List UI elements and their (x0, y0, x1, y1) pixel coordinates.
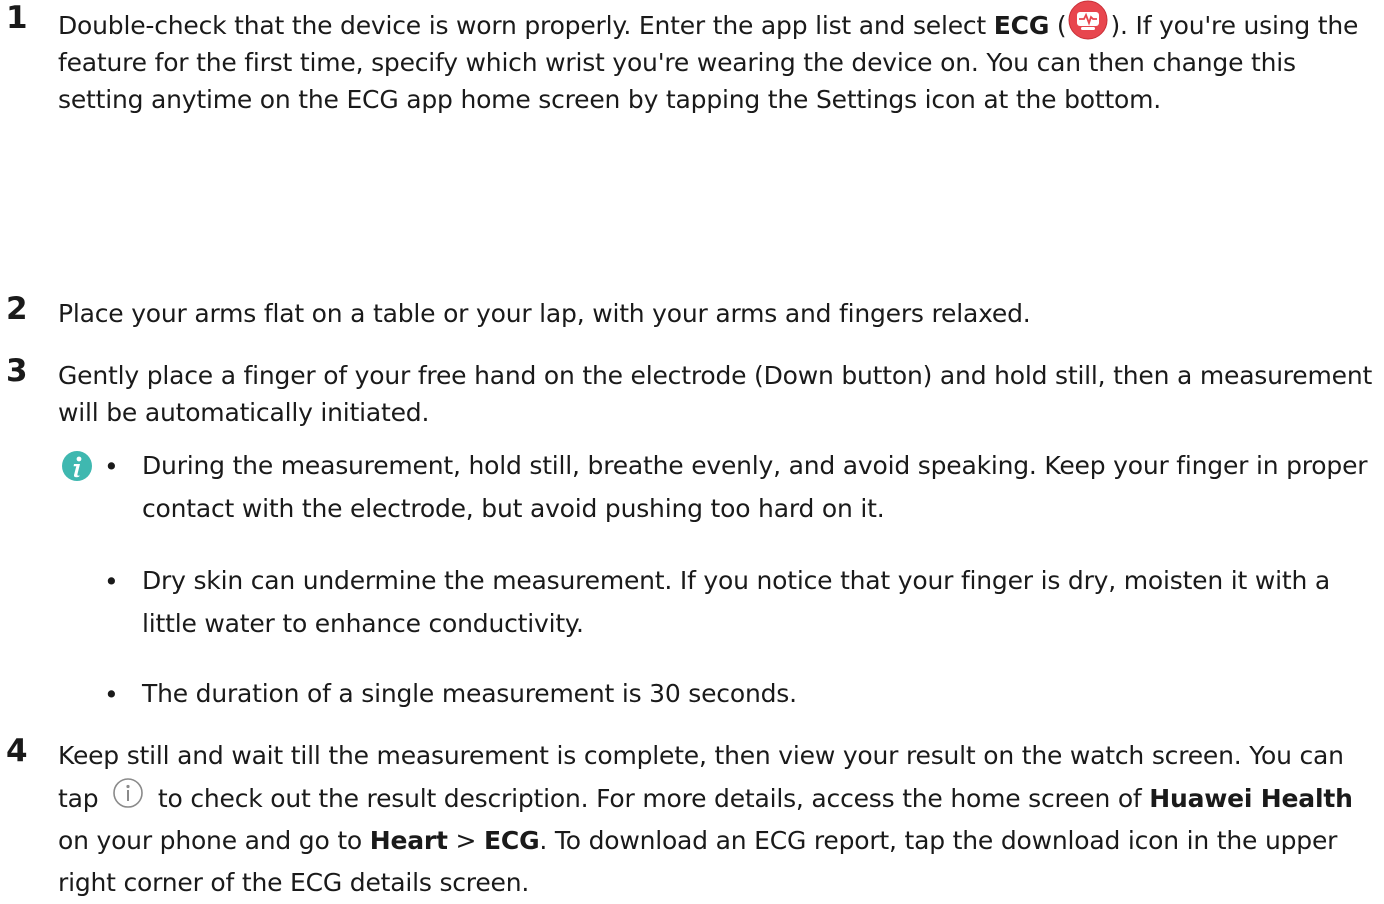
step-number: 1 (6, 0, 28, 36)
document-page: 1 Double-check that the device is worn p… (0, 0, 1384, 897)
bullet-marker: • (104, 452, 119, 481)
info-icon (112, 777, 144, 809)
step-number: 2 (6, 291, 28, 327)
step-1-text: Double-check that the device is worn pro… (58, 0, 1376, 118)
note-bullet-2: Dry skin can undermine the measurement. … (142, 566, 1330, 638)
step-3-text: Gently place a finger of your free hand … (58, 361, 1373, 427)
step-number: 4 (6, 733, 28, 769)
note-bullet-1: During the measurement, hold still, brea… (142, 451, 1368, 523)
ecg-app-icon (1068, 0, 1108, 40)
bullet-marker: • (104, 680, 119, 709)
note-info-icon (61, 450, 93, 482)
note-bullet-3: The duration of a single measurement is … (142, 679, 797, 708)
step-2-text: Place your arms flat on a table or your … (58, 299, 1031, 328)
bullet-marker: • (104, 567, 119, 596)
step-number: 3 (6, 353, 28, 389)
step-4-text: Keep still and wait till the measurement… (58, 741, 1353, 897)
